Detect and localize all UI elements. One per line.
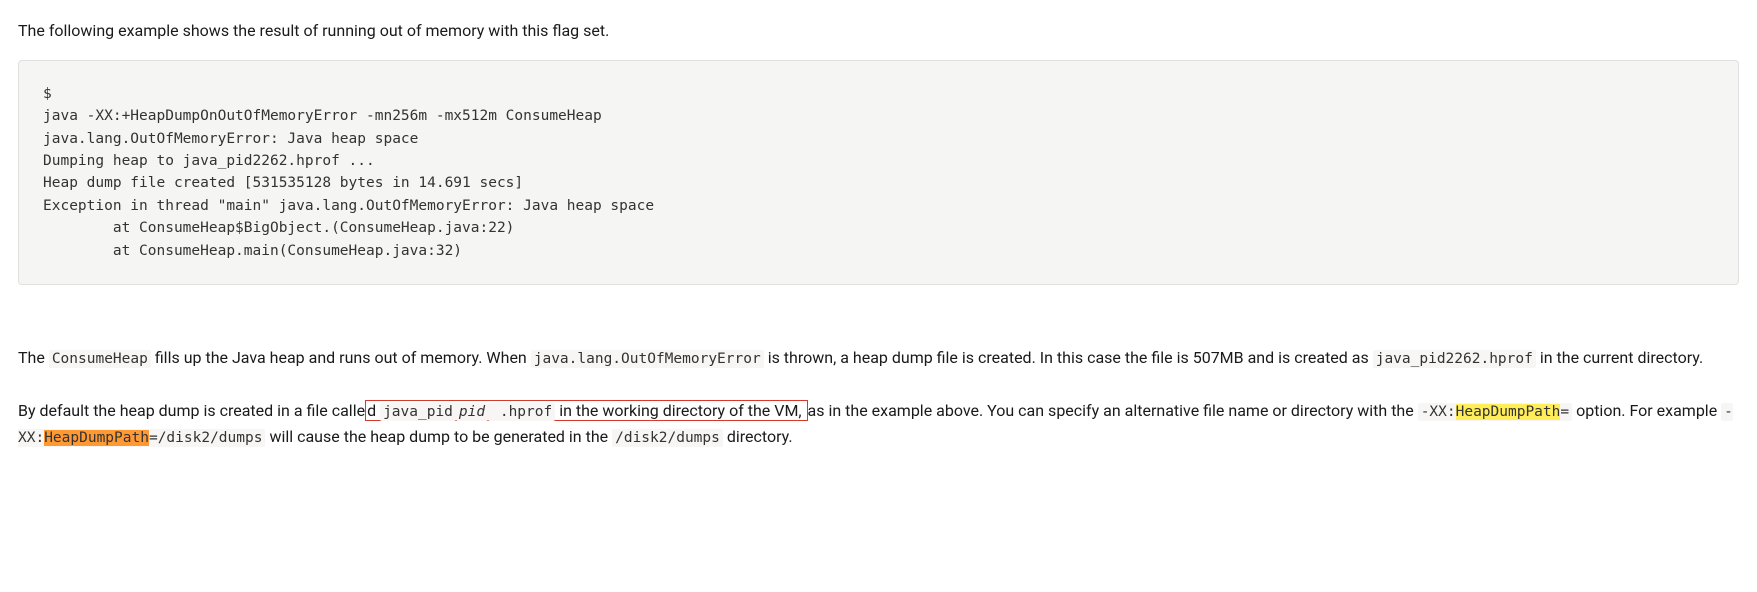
code-pid-placeholder: pid xyxy=(456,403,488,421)
text-fragment: option. For example xyxy=(1572,401,1721,420)
text-fragment: The xyxy=(18,348,49,367)
code-path-value: =/disk2/dumps xyxy=(149,430,263,446)
text-fragment: in the current directory. xyxy=(1536,348,1703,367)
intro-paragraph: The following example shows the result o… xyxy=(18,18,1739,44)
code-hprof-file: java_pid2262.hprof xyxy=(1373,350,1536,368)
text-fragment: By default the heap dump is created in a… xyxy=(18,401,365,420)
text-fragment: will cause the heap dump to be generated… xyxy=(265,427,612,446)
highlighted-box: d java_pidpid .hprof in the working dire… xyxy=(365,400,807,421)
text-fragment: fills up the Java heap and runs out of m… xyxy=(151,348,531,367)
code-xx-option-1: -XX:HeapDumpPath= xyxy=(1418,403,1572,421)
text-fragment: as in the example above. You can specify… xyxy=(808,401,1418,420)
text-fragment: d xyxy=(367,401,380,420)
code-oom-error: java.lang.OutOfMemoryError xyxy=(531,350,764,368)
code-xx-prefix: -XX: xyxy=(1421,404,1456,420)
text-fragment: is thrown, a heap dump file is created. … xyxy=(764,348,1373,367)
code-example-block: $ java -XX:+HeapDumpOnOutOfMemoryError -… xyxy=(18,60,1739,286)
highlight-heapdumppath-2: HeapDumpPath xyxy=(44,430,149,446)
code-equals: = xyxy=(1560,404,1569,420)
code-consumeheap: ConsumeHeap xyxy=(49,350,151,368)
explanation-paragraph-2: By default the heap dump is created in a… xyxy=(18,398,1739,450)
code-hprof-suffix: .hprof xyxy=(488,403,555,421)
text-fragment: in the working directory of the VM, xyxy=(555,401,805,420)
code-disk2-dumps: /disk2/dumps xyxy=(612,429,723,447)
text-fragment: directory. xyxy=(723,427,793,446)
code-java-pid-prefix: java_pid xyxy=(380,403,456,421)
highlight-heapdumppath-1: HeapDumpPath xyxy=(1456,404,1561,420)
explanation-paragraph-1: The ConsumeHeap fills up the Java heap a… xyxy=(18,345,1739,371)
